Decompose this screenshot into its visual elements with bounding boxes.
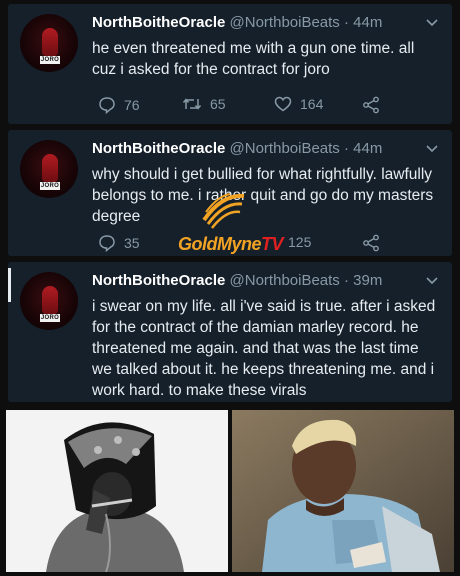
avatar-figure (42, 286, 58, 314)
like-count: 164 (300, 96, 324, 112)
avatar-logo: JORO (40, 56, 60, 64)
chevron-down-icon[interactable] (426, 274, 438, 288)
tweet-actions: 76 65 164 (92, 96, 440, 116)
display-name[interactable]: NorthBoitheOracle (92, 14, 225, 31)
like-count: 125 (288, 234, 312, 250)
tweet-actions: 35 125 (92, 234, 440, 254)
avatar[interactable]: JORO (20, 14, 78, 72)
reply-icon (98, 234, 116, 252)
avatar-figure (42, 154, 58, 182)
avatar-logo: JORO (40, 314, 60, 322)
photo-hooded-man (6, 410, 228, 572)
retweet-icon (182, 96, 202, 112)
share-button[interactable] (362, 234, 380, 252)
chevron-down-icon[interactable] (426, 16, 438, 30)
tweet-card[interactable]: JORO NorthBoitheOracle @NorthboiBeats · … (8, 262, 452, 402)
avatar-figure (42, 28, 58, 56)
retweet-count: 65 (210, 96, 226, 112)
display-name[interactable]: NorthBoitheOracle (92, 140, 225, 157)
hooded-man-illustration (6, 410, 228, 572)
share-icon (362, 96, 380, 114)
heart-icon (274, 96, 292, 112)
timestamp[interactable]: · 44m (344, 14, 382, 31)
timestamp[interactable]: · 44m (344, 140, 382, 157)
reply-button[interactable]: 76 (98, 96, 140, 114)
photo-blond-man (232, 410, 454, 572)
chevron-down-icon[interactable] (426, 142, 438, 156)
avatar-logo: JORO (40, 182, 60, 190)
username[interactable]: @NorthboiBeats (230, 14, 340, 31)
like-button[interactable]: 164 (274, 96, 323, 112)
tweet-header: NorthBoitheOracle @NorthboiBeats · 44m (92, 140, 422, 157)
tweet-header: NorthBoitheOracle @NorthboiBeats · 44m (92, 14, 422, 31)
username[interactable]: @NorthboiBeats (230, 140, 340, 157)
thread-connector (8, 268, 11, 302)
tweet-card[interactable]: JORO NorthBoitheOracle @NorthboiBeats · … (8, 130, 452, 256)
username[interactable]: @NorthboiBeats (230, 272, 340, 289)
like-button[interactable]: 125 (288, 234, 311, 250)
reply-count: 35 (124, 235, 140, 251)
reply-icon (98, 96, 116, 114)
timestamp[interactable]: · 39m (344, 272, 382, 289)
tweet-text: he even threatened me with a gun one tim… (92, 40, 415, 78)
avatar[interactable]: JORO (20, 272, 78, 330)
blond-man-illustration (232, 410, 454, 572)
share-button[interactable] (362, 96, 380, 114)
tweet-card[interactable]: JORO NorthBoitheOracle @NorthboiBeats · … (8, 4, 452, 124)
retweet-button[interactable]: 65 (182, 96, 226, 112)
avatar[interactable]: JORO (20, 140, 78, 198)
reply-count: 76 (124, 97, 140, 113)
share-icon (362, 234, 380, 252)
display-name[interactable]: NorthBoitheOracle (92, 272, 225, 289)
tweet-text: i swear on my life. all i've said is tru… (92, 298, 436, 399)
reply-button[interactable]: 35 (98, 234, 140, 252)
goldmyne-logo-mark (202, 193, 245, 229)
tweet-header: NorthBoitheOracle @NorthboiBeats · 39m (92, 272, 422, 289)
